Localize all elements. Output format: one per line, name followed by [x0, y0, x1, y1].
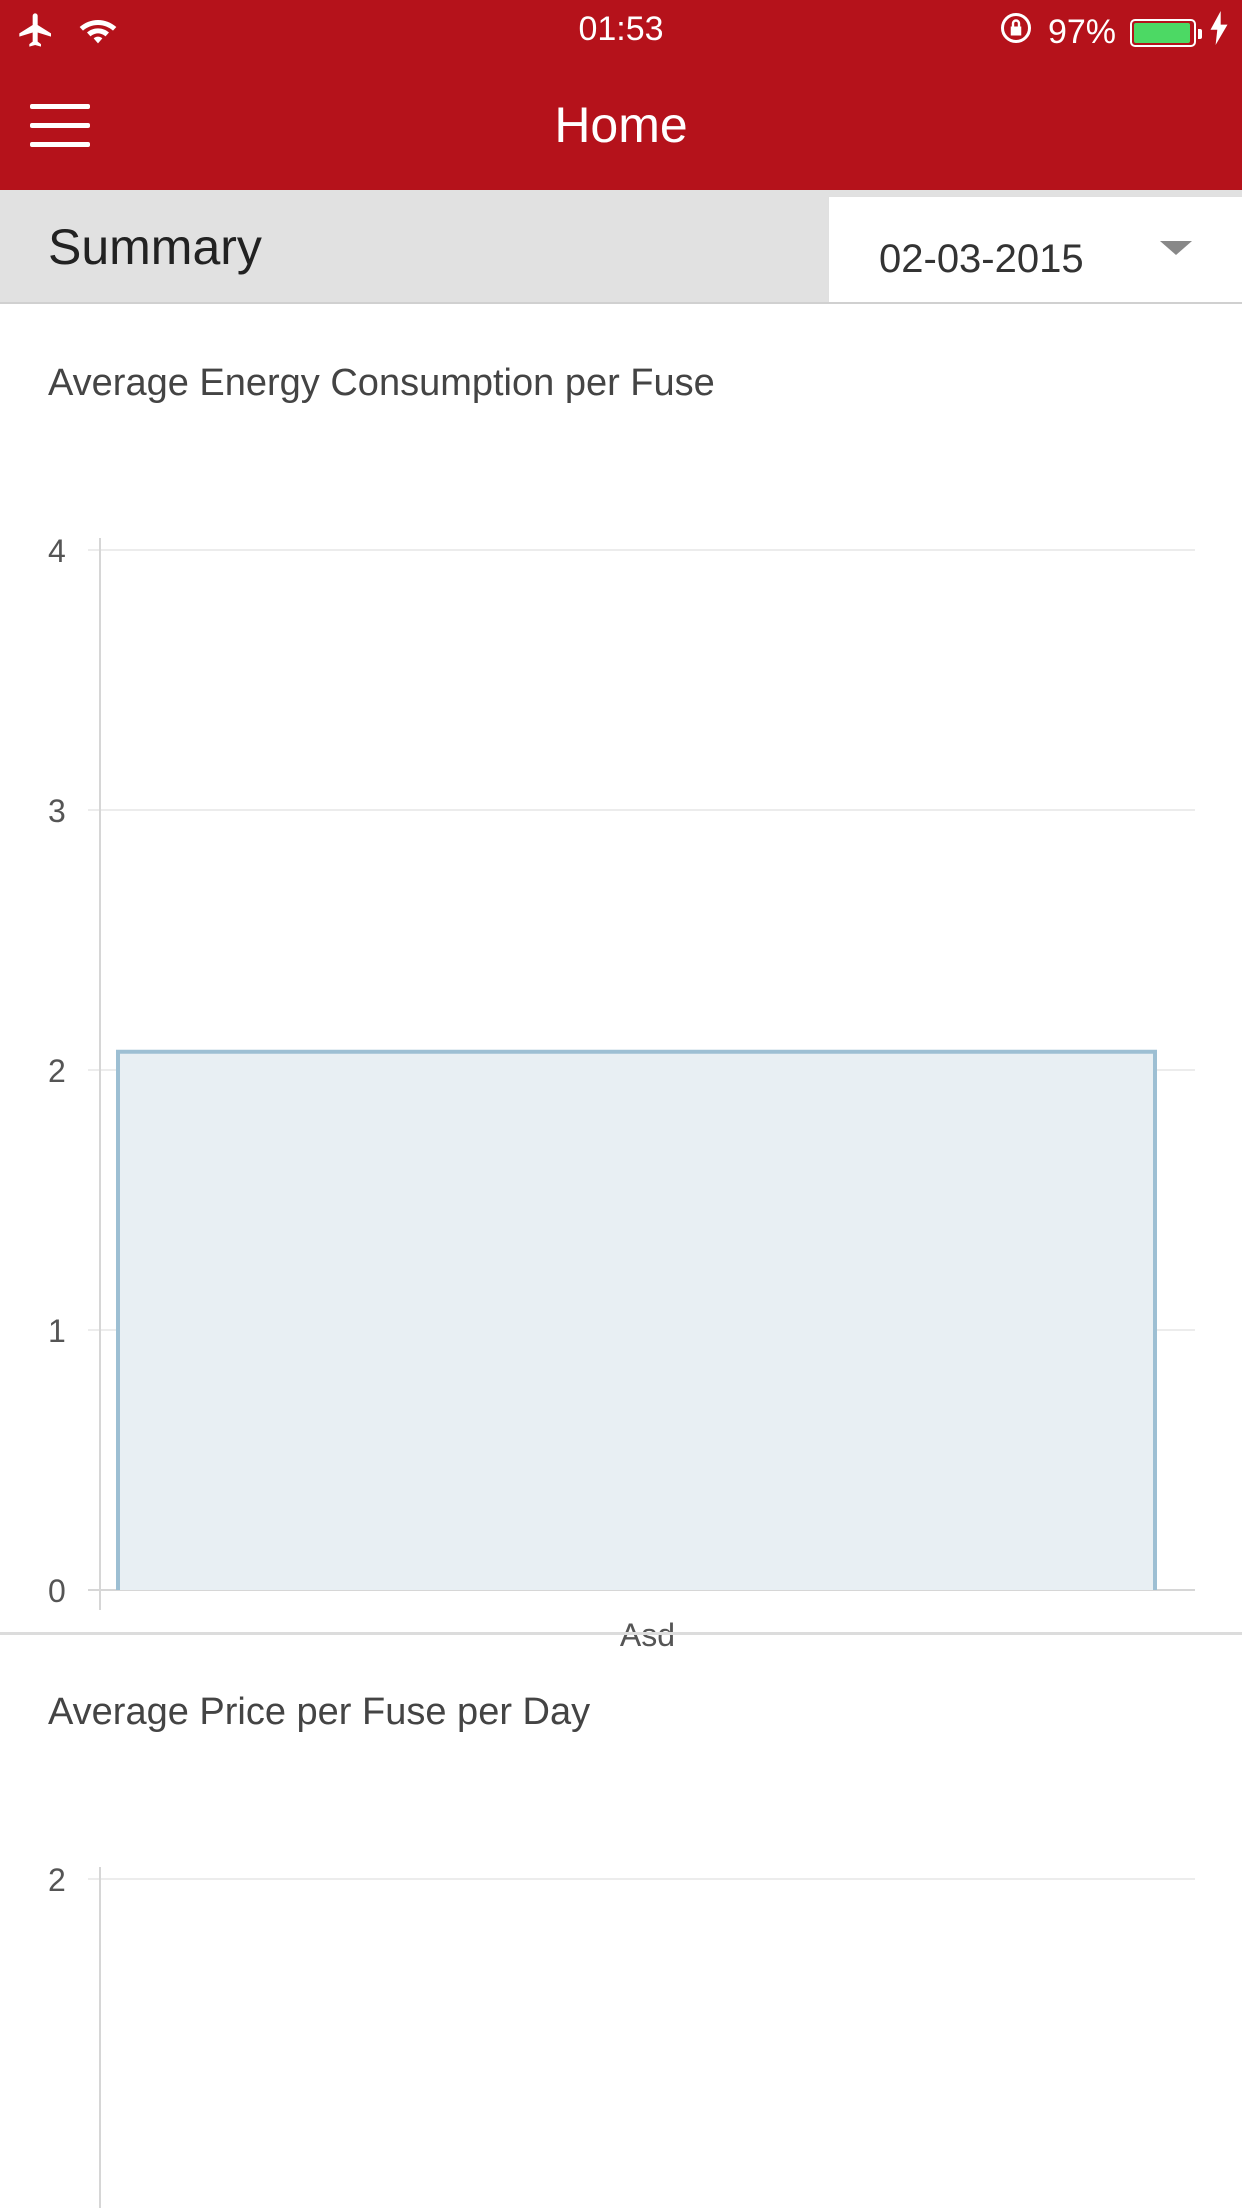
- summary-label: Summary: [48, 219, 262, 275]
- price-chart-section: Average Price per Fuse per Day 2: [0, 1635, 1242, 2208]
- status-bar-right: 97%: [998, 10, 1228, 55]
- bar: [118, 1051, 1155, 1590]
- price-per-day-chart: 2: [48, 1862, 1195, 2208]
- energy-chart-section: Average Energy Consumption per Fuse 0 1 2 3…: [0, 306, 1242, 1653]
- battery-percent: 97%: [1047, 13, 1116, 51]
- chart-title: Average Energy Consumption per Fuse: [48, 362, 715, 404]
- page-title: Home: [554, 97, 688, 153]
- energy-consumption-chart: 01234Asd: [48, 533, 1195, 1653]
- chevron-down-icon: [1160, 241, 1192, 255]
- rotation-lock-icon: [998, 10, 1034, 55]
- status-bar: 01:53 97%: [0, 0, 1242, 62]
- date-dropdown[interactable]: 02-03-2015: [828, 196, 1242, 302]
- y-tick-label: 1: [48, 1313, 66, 1349]
- battery-icon: [1130, 18, 1202, 47]
- chart-title: Average Price per Fuse per Day: [48, 1691, 591, 1733]
- y-tick-label: 0: [48, 1573, 66, 1609]
- y-tick-label: 2: [48, 1862, 66, 1898]
- y-tick-label: 4: [48, 533, 66, 569]
- y-tick-label: 3: [48, 793, 66, 829]
- summary-bar: Summary 02-03-2015: [0, 190, 1242, 304]
- date-value: 02-03-2015: [879, 237, 1084, 281]
- battery-level-fill: [1134, 22, 1191, 43]
- app-bar: Home: [0, 62, 1242, 190]
- charging-icon: [1210, 11, 1228, 54]
- y-tick-label: 2: [48, 1053, 66, 1089]
